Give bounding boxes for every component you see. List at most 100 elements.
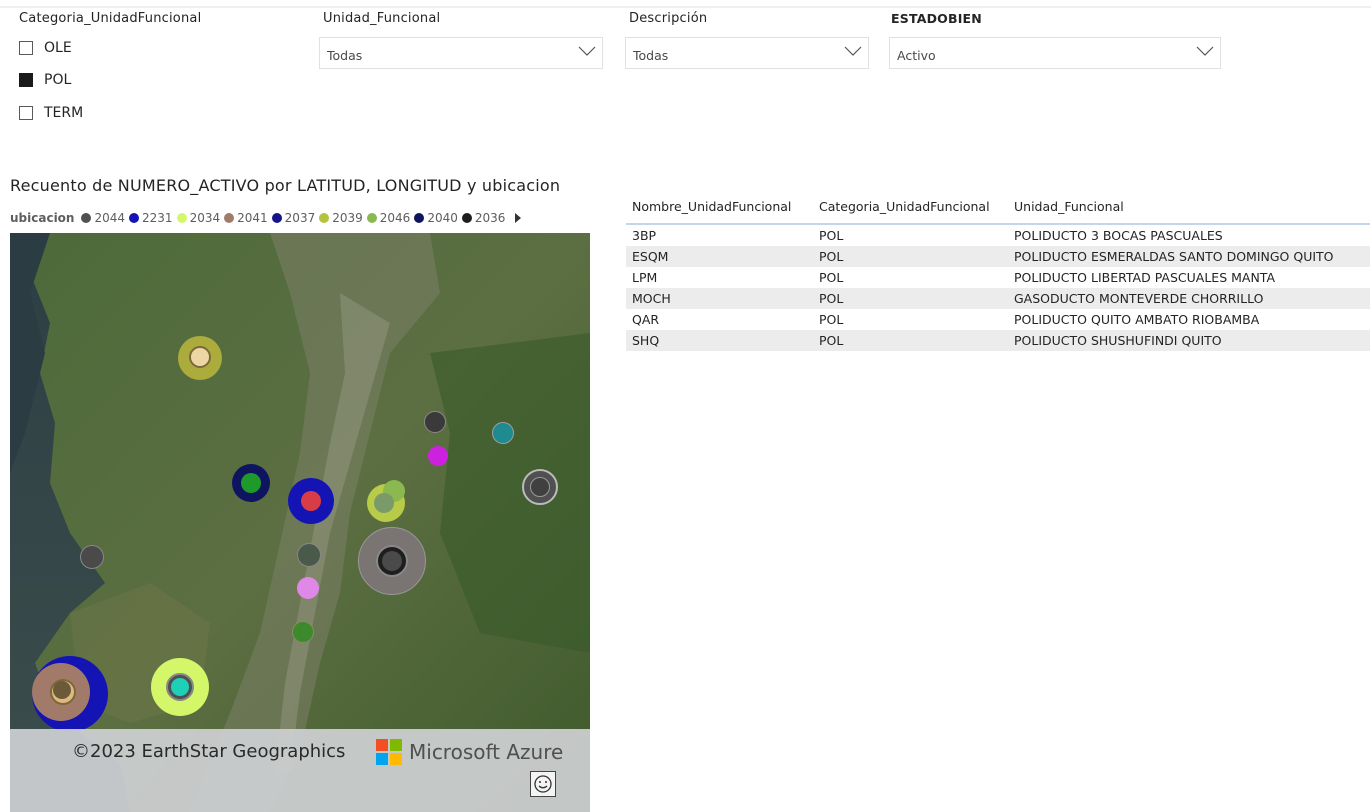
legend-dot-icon xyxy=(176,213,187,223)
cell-categoria: POL xyxy=(819,228,844,243)
satellite-terrain xyxy=(10,233,590,812)
legend-item[interactable]: 2037 xyxy=(271,211,316,225)
map-bubble[interactable] xyxy=(53,681,71,699)
top-divider xyxy=(0,6,1371,8)
table-row[interactable]: ESQM POL POLIDUCTO ESMERALDAS SANTO DOMI… xyxy=(626,246,1370,267)
legend-dot-icon xyxy=(81,213,92,223)
table-row[interactable]: 3BP POL POLIDUCTO 3 BOCAS PASCUALES xyxy=(626,225,1370,246)
unidad-slicer-title: Unidad_Funcional xyxy=(323,11,441,26)
unidad-dropdown[interactable]: Todas xyxy=(319,37,603,69)
legend-label: 2231 xyxy=(142,211,173,225)
legend-label: 2034 xyxy=(189,211,221,225)
cell-nombre: QAR xyxy=(632,312,660,327)
estado-dropdown[interactable]: Activo xyxy=(889,37,1221,69)
legend-next-arrow-icon[interactable] xyxy=(515,213,522,223)
descripcion-slicer-title: Descripción xyxy=(629,11,708,26)
cell-nombre: 3BP xyxy=(632,228,657,243)
chevron-down-icon xyxy=(844,46,862,56)
legend-label: 2041 xyxy=(237,211,268,225)
dropdown-value: Todas xyxy=(633,48,669,63)
table-row[interactable]: QAR POL POLIDUCTO QUITO AMBATO RIOBAMBA xyxy=(626,309,1370,330)
legend-item[interactable]: 2039 xyxy=(319,211,363,225)
dropdown-value: Todas xyxy=(327,48,363,63)
map-bubble[interactable] xyxy=(301,491,321,511)
categoria-option-pol[interactable]: POL xyxy=(19,72,71,88)
legend-dot-icon xyxy=(414,213,425,223)
legend-label: 2044 xyxy=(94,211,126,225)
chevron-down-icon xyxy=(1196,46,1214,56)
map-bubble[interactable] xyxy=(382,551,402,571)
map-bubble[interactable] xyxy=(171,678,189,696)
legend-dot-icon xyxy=(129,213,140,223)
legend-item[interactable]: 2040 xyxy=(414,211,458,225)
column-header-unidad[interactable]: Unidad_Funcional xyxy=(1014,199,1370,214)
descripcion-dropdown[interactable]: Todas xyxy=(625,37,869,69)
legend-item[interactable]: 2044 xyxy=(81,211,125,225)
cell-nombre: ESQM xyxy=(632,249,669,264)
checkbox-checked-icon[interactable] xyxy=(19,73,33,87)
legend-item[interactable]: 2034 xyxy=(176,211,221,225)
cell-unidad: GASODUCTO MONTEVERDE CHORRILLO xyxy=(1014,291,1264,306)
column-header-nombre[interactable]: Nombre_UnidadFuncional xyxy=(626,199,819,214)
legend-label: 2036 xyxy=(474,211,506,225)
legend-label: 2039 xyxy=(332,211,363,225)
legend-title: ubicacion xyxy=(10,211,75,225)
unidad-funcional-table: Nombre_UnidadFuncional Categoria_UnidadF… xyxy=(626,190,1370,351)
azure-brand-text: Microsoft Azure xyxy=(409,740,564,764)
option-label: OLE xyxy=(44,40,72,56)
table-row[interactable]: LPM POL POLIDUCTO LIBERTAD PASCUALES MAN… xyxy=(626,267,1370,288)
smiley-icon[interactable] xyxy=(530,771,556,797)
map-bubble[interactable] xyxy=(241,473,261,493)
checkbox-icon[interactable] xyxy=(19,106,33,120)
map-attribution-bar: ©2023 EarthStar Geographics Microsoft Az… xyxy=(10,729,590,812)
map-bubble[interactable] xyxy=(297,577,319,599)
dropdown-value: Activo xyxy=(897,48,936,63)
checkbox-icon[interactable] xyxy=(19,41,33,55)
map-bubble[interactable] xyxy=(80,545,104,569)
cell-categoria: POL xyxy=(819,249,844,264)
cell-unidad: POLIDUCTO QUITO AMBATO RIOBAMBA xyxy=(1014,312,1260,327)
column-header-categoria[interactable]: Categoria_UnidadFuncional xyxy=(819,199,1014,214)
map-bubble[interactable] xyxy=(292,621,314,643)
map-canvas[interactable]: ©2023 EarthStar Geographics Microsoft Az… xyxy=(10,233,590,812)
map-bubble[interactable] xyxy=(297,543,321,567)
cell-nombre: LPM xyxy=(632,270,658,285)
map-bubble[interactable] xyxy=(189,346,211,368)
cell-categoria: POL xyxy=(819,270,844,285)
legend-item[interactable]: 2231 xyxy=(129,211,173,225)
cell-categoria: POL xyxy=(819,291,844,306)
map-visual-title: Recuento de NUMERO_ACTIVO por LATITUD, L… xyxy=(10,176,561,195)
legend-item[interactable]: 2041 xyxy=(224,211,268,225)
map-bubble[interactable] xyxy=(492,422,514,444)
cell-categoria: POL xyxy=(819,312,844,327)
map-bubble[interactable] xyxy=(374,493,394,513)
table-row[interactable]: SHQ POL POLIDUCTO SHUSHUFINDI QUITO xyxy=(626,330,1370,351)
option-label: POL xyxy=(44,72,72,88)
legend-dot-icon xyxy=(461,213,472,223)
legend-dot-icon xyxy=(319,213,330,223)
legend-dot-icon xyxy=(366,213,377,223)
categoria-option-term[interactable]: TERM xyxy=(19,105,83,121)
cell-unidad: POLIDUCTO ESMERALDAS SANTO DOMINGO QUITO xyxy=(1014,249,1334,264)
legend-label: 2046 xyxy=(379,211,411,225)
categoria-option-ole[interactable]: OLE xyxy=(19,40,72,56)
legend-item[interactable]: 2046 xyxy=(366,211,411,225)
chevron-down-icon xyxy=(578,46,596,56)
cell-nombre: SHQ xyxy=(632,333,660,348)
table-row[interactable]: MOCH POL GASODUCTO MONTEVERDE CHORRILLO xyxy=(626,288,1370,309)
table-header: Nombre_UnidadFuncional Categoria_UnidadF… xyxy=(626,190,1370,225)
cell-nombre: MOCH xyxy=(632,291,671,306)
microsoft-logo-icon xyxy=(376,739,402,765)
map-legend: ubicacion 2044 2231 2034 2041 2037 2039 … xyxy=(10,209,590,227)
legend-item[interactable]: 2036 xyxy=(461,211,506,225)
legend-dot-icon xyxy=(271,213,282,223)
map-bubble[interactable] xyxy=(428,446,448,466)
cell-unidad: POLIDUCTO 3 BOCAS PASCUALES xyxy=(1014,228,1223,243)
cell-unidad: POLIDUCTO LIBERTAD PASCUALES MANTA xyxy=(1014,270,1276,285)
estado-slicer-title: ESTADOBIEN xyxy=(891,11,982,26)
legend-dot-icon xyxy=(224,213,235,223)
option-label: TERM xyxy=(44,105,84,121)
map-bubble[interactable] xyxy=(424,411,446,433)
legend-label: 2037 xyxy=(284,211,316,225)
map-bubble[interactable] xyxy=(530,477,550,497)
